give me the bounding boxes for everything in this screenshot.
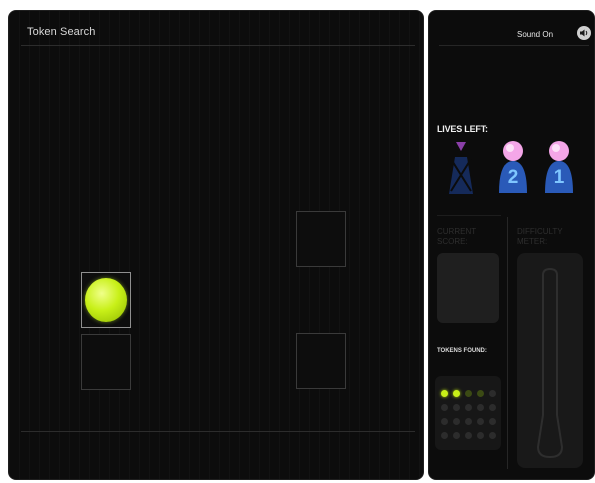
life-remaining-icon: 2 — [495, 139, 531, 199]
token-empty-dot — [453, 432, 460, 439]
game-title: Token Search — [27, 26, 96, 38]
life-remaining-icon: 1 — [541, 139, 577, 199]
tokens-found-grid — [435, 376, 501, 450]
score-divider — [437, 215, 501, 216]
token-empty-dot — [453, 404, 460, 411]
token-empty-dot — [465, 404, 472, 411]
bottom-divider — [21, 431, 415, 432]
top-divider — [21, 45, 415, 46]
token-empty-dot — [489, 432, 496, 439]
token-empty-dot — [477, 404, 484, 411]
side-panel: Sound On LIVES LEFT: 2 1 CURRENT SCORE: … — [428, 10, 595, 480]
side-top-divider — [439, 45, 589, 46]
difficulty-meter-label: DIFFICULTY METER: — [517, 227, 563, 246]
life-lost-icon — [443, 139, 479, 199]
tokens-found-label: TOKENS FOUND: — [437, 348, 487, 354]
token-empty-dot — [489, 390, 496, 397]
life-number: 1 — [553, 167, 565, 188]
token-empty-dot — [441, 432, 448, 439]
life-number: 2 — [507, 167, 519, 188]
token-empty-dot — [441, 404, 448, 411]
difficulty-meter — [517, 253, 583, 468]
sound-toggle-label[interactable]: Sound On — [517, 30, 553, 39]
token-found-dot — [441, 390, 448, 397]
token-empty-dot — [477, 432, 484, 439]
speaker-icon[interactable] — [577, 26, 591, 40]
token-empty-dot — [441, 418, 448, 425]
current-score-display — [437, 253, 499, 323]
token-slot[interactable] — [296, 211, 346, 267]
lives-left-label: LIVES LEFT: — [437, 124, 488, 134]
token-empty-dot — [489, 418, 496, 425]
token-empty-dot — [465, 390, 472, 397]
token-empty-dot — [477, 418, 484, 425]
token-empty-dot — [489, 404, 496, 411]
current-score-label: CURRENT SCORE: — [437, 227, 476, 246]
token-empty-dot — [453, 418, 460, 425]
token-empty-dot — [465, 418, 472, 425]
token-found-dot — [453, 390, 460, 397]
token-slot[interactable] — [296, 333, 346, 389]
token-empty-dot — [477, 390, 484, 397]
token-slot[interactable] — [81, 334, 131, 390]
vertical-divider — [507, 217, 508, 469]
token-empty-dot — [465, 432, 472, 439]
game-board: Token Search — [8, 10, 424, 480]
token[interactable] — [85, 278, 127, 322]
token-slot[interactable] — [81, 272, 131, 328]
